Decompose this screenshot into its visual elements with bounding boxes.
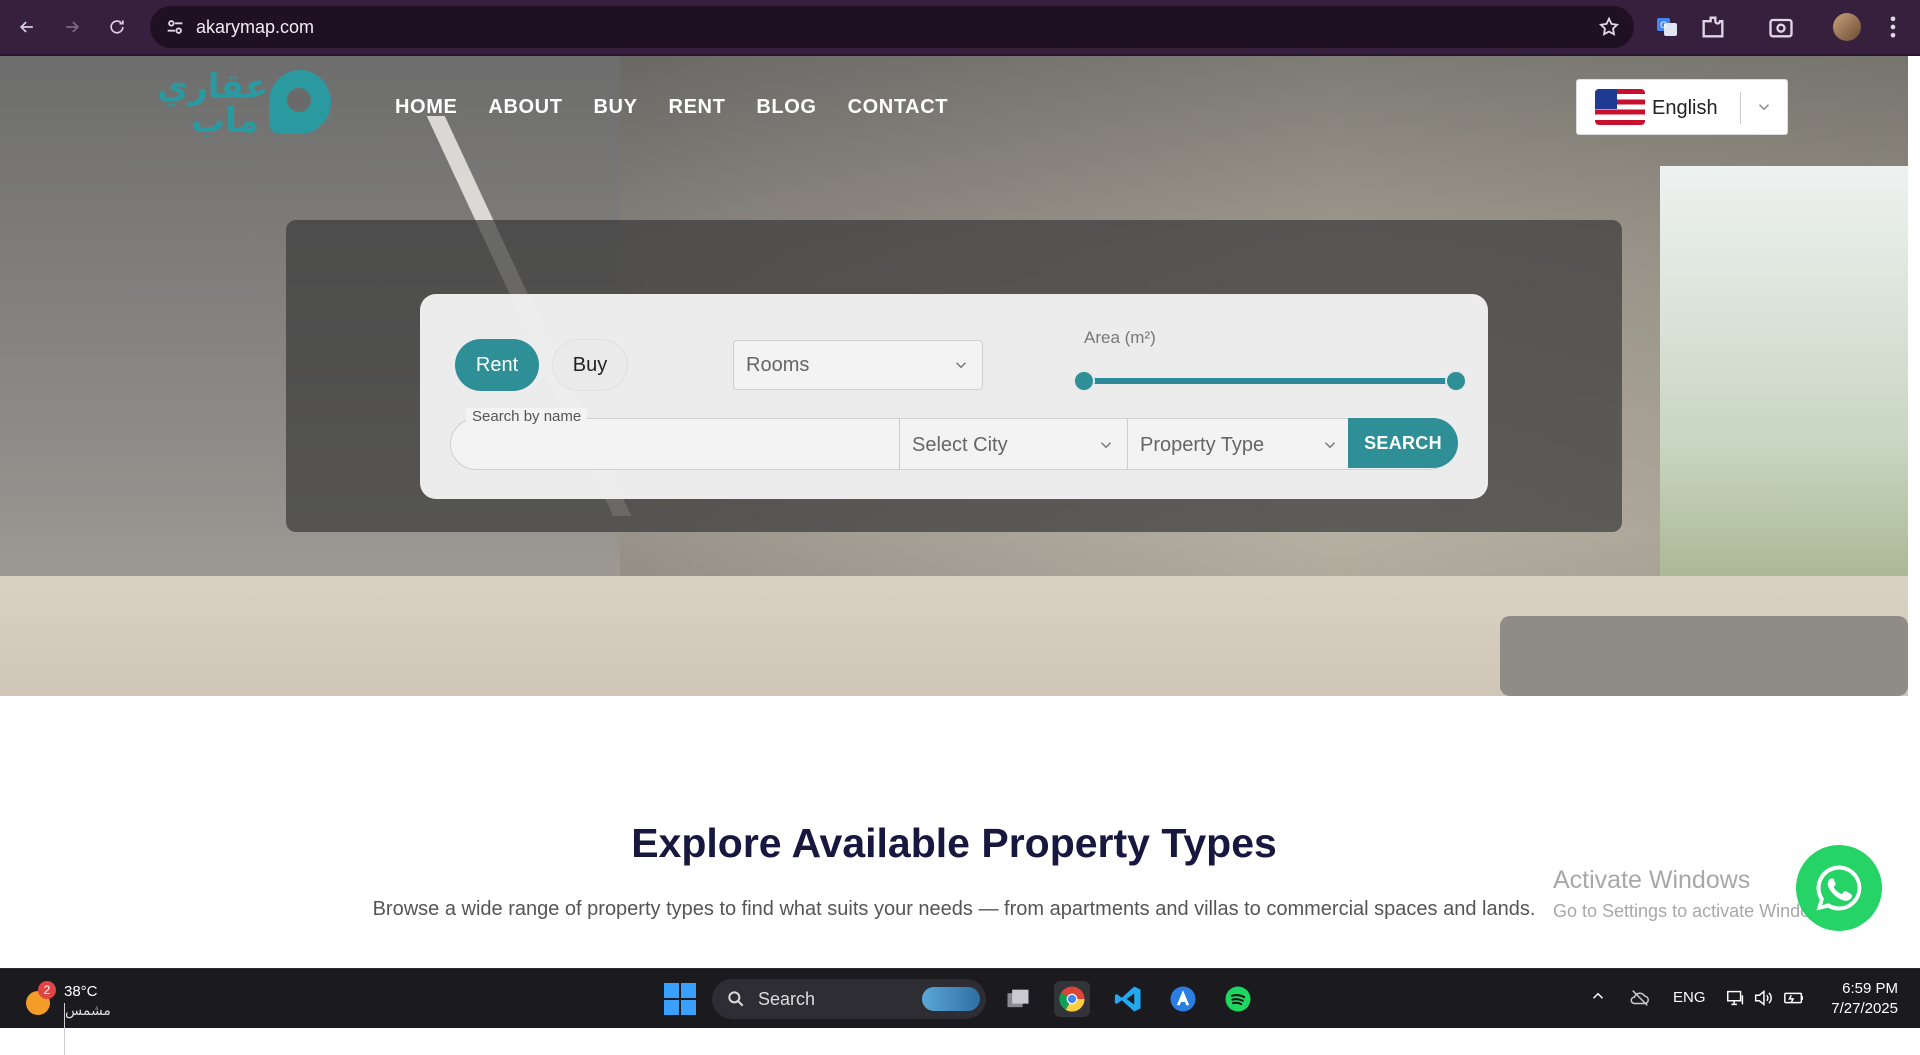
clock-date: 7/27/2025 — [1831, 1000, 1898, 1017]
system-clock[interactable]: 6:59 PM 7/27/2025 — [1822, 979, 1898, 1019]
property-type-select[interactable]: Property Type — [1127, 419, 1351, 469]
chrome-icon[interactable] — [1054, 981, 1090, 1017]
extensions-icon[interactable] — [1699, 13, 1727, 41]
area-min-handle[interactable] — [1073, 370, 1095, 392]
rooms-placeholder: Rooms — [746, 353, 810, 376]
menu-home[interactable]: HOME — [395, 96, 457, 119]
taskbar-search-label: Search — [758, 989, 816, 1009]
chevron-down-icon — [1097, 436, 1115, 454]
language-selector[interactable]: English — [1576, 79, 1788, 135]
rent-toggle-button[interactable]: Rent — [455, 339, 539, 391]
search-name-input[interactable] — [451, 419, 899, 469]
screenshot-icon[interactable] — [1767, 13, 1795, 41]
url-text[interactable]: akarymap.com — [196, 17, 314, 38]
back-icon[interactable] — [12, 12, 42, 42]
battery-icon[interactable] — [1783, 987, 1805, 1013]
menu-about[interactable]: ABOUT — [488, 96, 562, 119]
city-select[interactable]: Select City — [899, 419, 1127, 469]
hero-window — [1660, 166, 1908, 626]
windows-start-icon[interactable] — [664, 983, 696, 1015]
volume-icon[interactable] — [1752, 987, 1774, 1013]
site-settings-icon[interactable] — [164, 16, 186, 38]
search-highlight-image — [922, 987, 980, 1011]
logo-mark-icon — [269, 70, 331, 134]
us-flag-icon — [1595, 89, 1645, 125]
weather-condition-text: مشمس — [64, 1003, 292, 1055]
svg-text:G: G — [1660, 21, 1667, 31]
buy-toggle-button[interactable]: Buy — [552, 339, 628, 391]
chevron-down-icon[interactable] — [1755, 98, 1773, 116]
area-range-slider[interactable] — [1073, 370, 1467, 392]
site-logo[interactable]: عقاري ماب — [157, 66, 337, 146]
language-label: English — [1652, 97, 1718, 119]
watermark-line2: Go to Settings to activate Windows. — [1553, 901, 1838, 921]
menu-dots-icon[interactable] — [1879, 13, 1907, 41]
vscode-icon[interactable] — [1110, 981, 1146, 1017]
windows-activation-watermark: Activate Windows Go to Settings to activ… — [1553, 866, 1837, 922]
search-card: Rent Buy Rooms Area (m²) Select City Pro… — [420, 294, 1488, 499]
search-name-label: Search by name — [466, 408, 588, 425]
chevron-up-icon[interactable] — [1589, 987, 1607, 1009]
spotify-icon[interactable] — [1220, 981, 1256, 1017]
area-max-handle[interactable] — [1445, 370, 1467, 392]
main-menu: HOME ABOUT BUY RENT BLOG CONTACT — [395, 96, 948, 119]
app-store-icon[interactable] — [1165, 981, 1201, 1017]
menu-contact[interactable]: CONTACT — [848, 96, 948, 119]
profile-avatar[interactable] — [1833, 13, 1861, 41]
language-divider — [1740, 92, 1741, 124]
search-bar: Select City Property Type — [450, 418, 1454, 470]
temperature-text: 38°C — [64, 983, 98, 1000]
translate-icon[interactable]: G — [1653, 13, 1681, 41]
whatsapp-icon — [1816, 865, 1862, 911]
chevron-down-icon — [1321, 436, 1339, 454]
chevron-down-icon — [952, 356, 970, 374]
weather-widget[interactable]: 2 38°C مشمس — [26, 981, 146, 1055]
logo-text: عقاري ماب — [157, 67, 269, 141]
network-icon[interactable] — [1725, 987, 1747, 1013]
taskbar-search[interactable]: Search — [712, 979, 986, 1019]
city-placeholder: Select City — [912, 433, 1008, 456]
area-label: Area (m²) — [1084, 328, 1156, 347]
reload-icon[interactable] — [102, 12, 132, 42]
search-button[interactable]: SEARCH — [1348, 418, 1458, 468]
menu-rent[interactable]: RENT — [669, 96, 726, 119]
hero-sofa — [1500, 616, 1908, 696]
task-view-icon[interactable] — [1000, 981, 1036, 1017]
menu-blog[interactable]: BLOG — [756, 96, 816, 119]
whatsapp-button[interactable] — [1796, 845, 1882, 931]
input-language[interactable]: ENG — [1673, 989, 1706, 1006]
clock-time: 6:59 PM — [1842, 980, 1898, 997]
bookmark-star-icon[interactable] — [1598, 16, 1620, 38]
property-type-placeholder: Property Type — [1140, 433, 1265, 456]
menu-buy[interactable]: BUY — [594, 96, 638, 119]
notification-badge: 2 — [38, 981, 56, 999]
forward-icon[interactable] — [57, 12, 87, 42]
section-title: Explore Available Property Types — [631, 820, 1277, 866]
address-bar[interactable]: akarymap.com — [150, 6, 1634, 48]
search-icon — [726, 989, 746, 1009]
browser-toolbar: akarymap.com G — [0, 0, 1920, 56]
watermark-line1: Activate Windows — [1553, 866, 1751, 894]
windows-taskbar: 2 38°C مشمس Search ENG 6:59 PM 7/27/2025 — [0, 968, 1920, 1055]
rooms-select[interactable]: Rooms — [733, 340, 983, 390]
onedrive-icon[interactable] — [1629, 987, 1651, 1013]
